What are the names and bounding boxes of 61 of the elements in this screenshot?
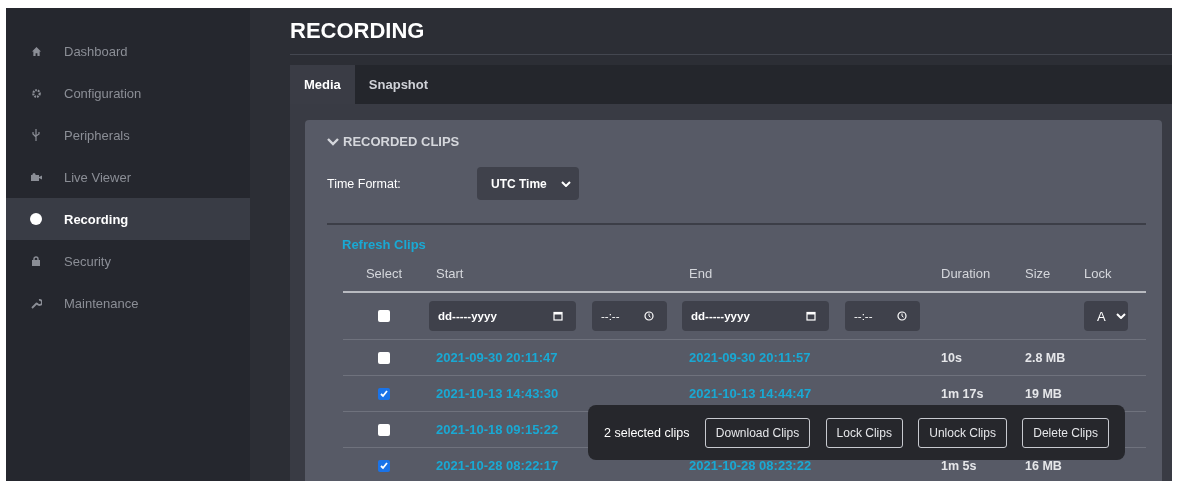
table-cell-text: 1m 5s [940,458,978,473]
refresh-link[interactable]: Refresh Clips [342,237,426,252]
caret-icon [560,180,571,187]
sidebar-item[interactable]: Configuration [6,72,250,114]
clip-start-link[interactable]: 2021-10-13 14:43:30 [436,386,559,401]
sidebar-item[interactable]: Peripherals [6,114,250,156]
sidebar-item[interactable]: Dashboard [6,30,250,72]
checkbox[interactable] [378,310,390,322]
toolbar-button[interactable]: Download Clips [704,417,811,448]
lock-filter-dropdown[interactable]: A [1084,301,1128,331]
checkbox[interactable] [378,387,390,400]
column-header: Select [364,266,404,281]
home-icon [31,46,41,56]
clip-start-link[interactable]: 2021-09-30 20:11:47 [436,350,558,365]
chevron-icon [327,137,339,146]
calendar-icon [553,311,563,321]
caret-icon [1115,313,1126,319]
clock-icon [897,311,907,321]
table-cell-text: 2.8 MB [1024,350,1067,365]
clip-end-link[interactable]: 2021-10-28 08:23:22 [689,458,812,473]
toolbar-button[interactable]: Unlock Clips [918,417,1007,448]
video-camera-icon [30,173,42,181]
clip-end-link[interactable]: 2021-10-13 14:44:47 [689,386,812,401]
tab[interactable]: Snapshot [354,65,443,104]
page-title: RECORDING [290,8,1172,55]
tab[interactable]: Media [290,65,355,104]
column-header: Start [435,266,465,281]
time-field[interactable]: --:-- [845,301,920,331]
time-format-dropdown[interactable]: UTC Time [477,167,579,200]
sidebar-item[interactable]: Live Viewer [6,156,250,198]
table-cell-text: 10s [940,350,963,365]
sidebar-item[interactable]: Maintenance [6,282,250,324]
column-header: Lock [1083,266,1113,281]
column-header: End [688,266,714,281]
date-field[interactable]: dd-----yyyy [429,301,576,331]
selection-count: 2 selected clips [604,425,690,440]
checkbox[interactable] [378,351,390,364]
checkbox[interactable] [378,423,390,436]
time-field[interactable]: --:-- [592,301,667,331]
clock-icon [644,311,654,321]
calendar-icon [806,311,816,321]
column-header: Size [1024,266,1052,281]
table-cell-text: 19 MB [1024,386,1063,401]
table-cell-text: 16 MB [1024,458,1063,473]
circle-icon [30,213,42,225]
checkbox[interactable] [378,459,390,472]
sidebar-item[interactable]: Security [6,240,250,282]
lock-icon [32,256,40,266]
sidebar-item[interactable]: Recording [6,198,250,240]
clip-start-link[interactable]: 2021-10-18 09:15:22 [436,422,559,437]
table-cell-text: 1m 17s [940,386,985,401]
column-header: Duration [940,266,992,281]
usb-icon [32,129,40,141]
date-field[interactable]: dd-----yyyy [682,301,829,331]
gear-icon [31,88,41,98]
section-header[interactable]: RECORDED CLIPS [327,134,1146,149]
toolbar-button[interactable]: Delete Clips [1022,417,1109,448]
time-format-label: Time Format: [327,176,402,191]
clip-start-link[interactable]: 2021-10-28 08:22:17 [436,458,559,473]
clip-end-link[interactable]: 2021-09-30 20:11:57 [689,350,811,365]
toolbar-button[interactable]: Lock Clips [825,417,903,448]
